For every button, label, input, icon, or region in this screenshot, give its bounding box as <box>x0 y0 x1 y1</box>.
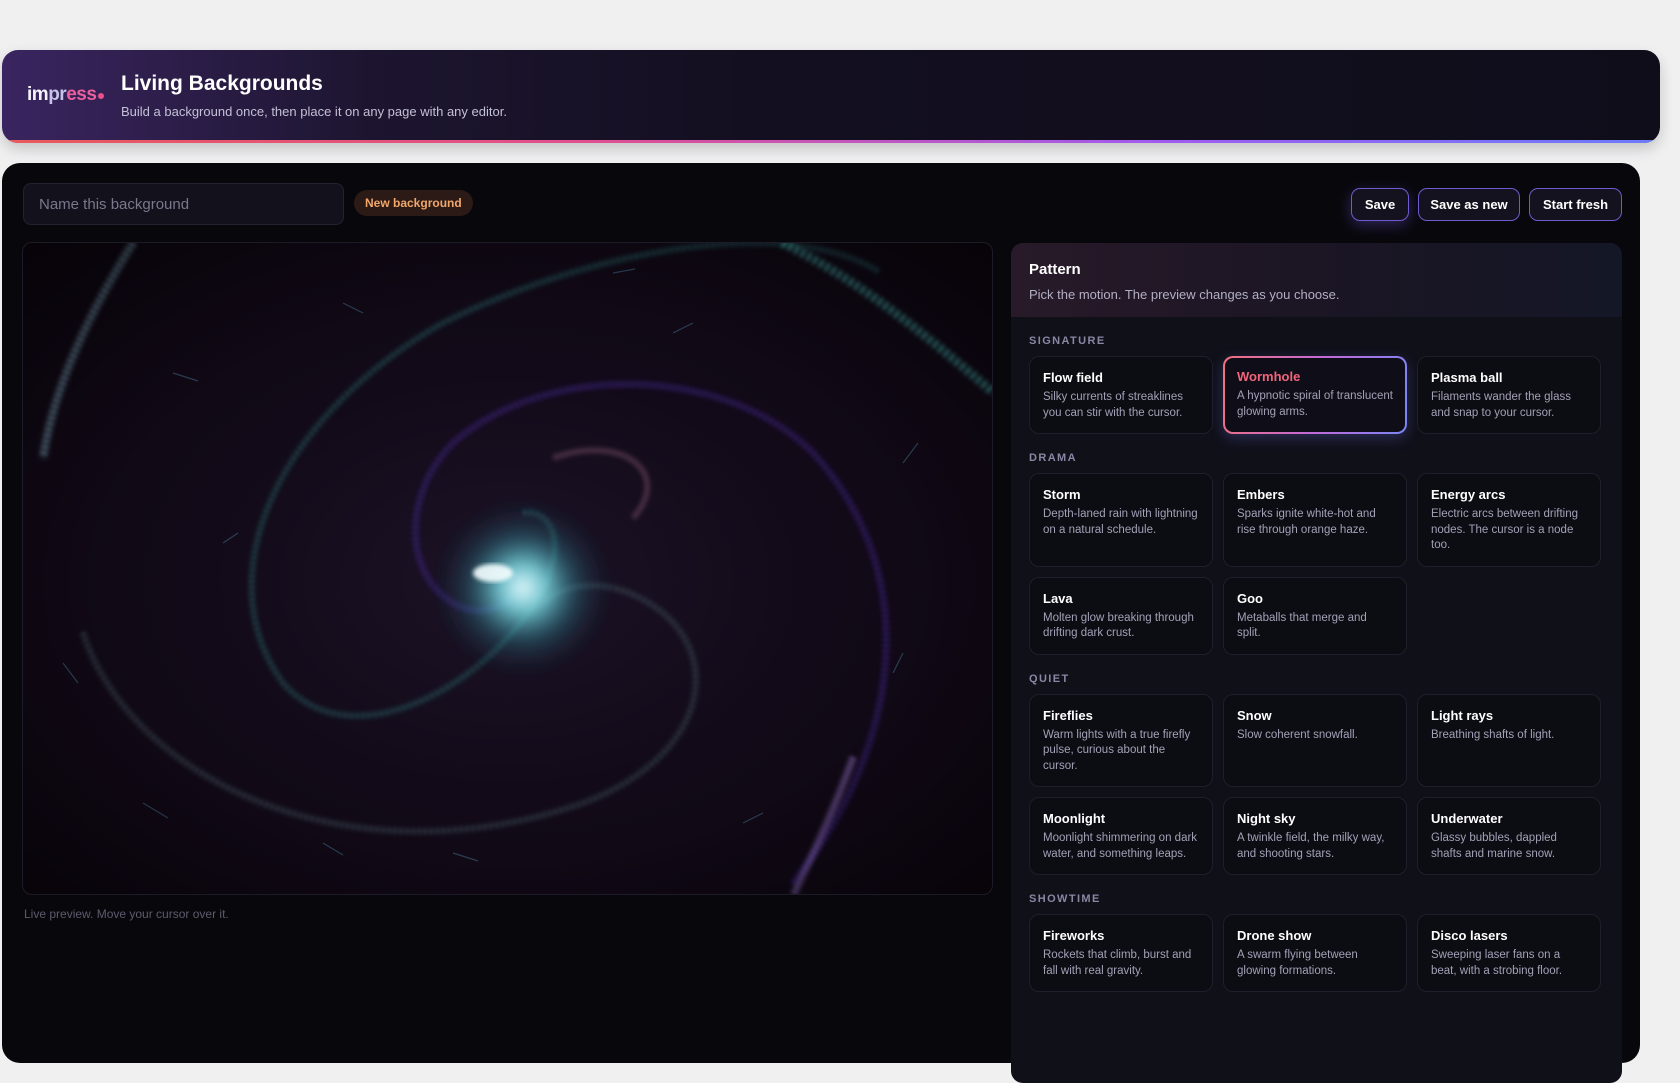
pattern-card-name: Light rays <box>1431 707 1494 723</box>
page-subtitle: Build a background once, then place it o… <box>121 104 507 119</box>
pattern-card-name: Disco lasers <box>1431 928 1508 943</box>
pattern-card-night-sky[interactable]: Night sky A twinkle field, the milky way,… <box>1223 797 1407 875</box>
pattern-card-description: Sweeping laser fans on a beat, with a st… <box>1431 949 1563 977</box>
pattern-groups: SIGNATURE Flow field Silky currents of str… <box>1011 335 1622 992</box>
pattern-card-name: Goo <box>1237 590 1263 606</box>
pattern-panel-header: Pattern Pick the motion. The preview cha… <box>1011 243 1622 317</box>
pattern-card-name: Embers <box>1237 487 1285 502</box>
pattern-card-description: Moonlight shimmering on dark water, and … <box>1043 832 1198 860</box>
pattern-card-name: Moonlight <box>1043 811 1106 826</box>
pattern-card-name: Night sky <box>1237 811 1296 826</box>
pattern-card-energy-arcs[interactable]: Energy arcs Electric arcs between driftin… <box>1417 473 1601 567</box>
pattern-card-goo[interactable]: Goo Metaballs that merge and split. <box>1223 576 1407 655</box>
pattern-card-name: Fireflies <box>1043 707 1093 723</box>
pattern-card-name: Energy arcs <box>1431 487 1506 502</box>
pattern-card-description: Warm lights with a true firefly pulse, c… <box>1043 728 1191 772</box>
pattern-card-description: Depth-laned rain with lightning on a nat… <box>1043 508 1198 536</box>
pattern-card-description: Molten glow breaking through drifting da… <box>1043 611 1194 640</box>
pattern-card-name: Storm <box>1043 487 1081 502</box>
group-label-quiet: QUIET <box>1029 672 1070 685</box>
header-gradient-rule <box>2 140 1660 143</box>
start-fresh-button[interactable]: Start fresh <box>1529 188 1622 221</box>
pattern-card-description: Glassy bubbles, dappled shafts and marin… <box>1431 832 1557 860</box>
pattern-card-description: A hypnotic spiral of translucent glowing… <box>1237 390 1393 418</box>
pattern-card-description: Breathing shafts of light. <box>1431 728 1555 741</box>
pattern-card-name: Fireworks <box>1043 928 1105 943</box>
save-as-new-button[interactable]: Save as new <box>1418 188 1520 221</box>
pattern-card-description: Metaballs that merge and split. <box>1237 611 1367 640</box>
logo-text-ess: ess <box>66 84 97 105</box>
wormhole-visual <box>23 243 992 894</box>
pattern-grid-drama: Storm Depth-laned rain with lightning on … <box>1029 473 1604 655</box>
pattern-card-disco-lasers[interactable]: Disco lasers Sweeping laser fans on a bea… <box>1417 914 1601 992</box>
pattern-subtitle: Pick the motion. The preview changes as … <box>1029 287 1340 302</box>
pattern-card-snow[interactable]: Snow Slow coherent snowfall. <box>1223 693 1407 787</box>
page-title: Living Backgrounds <box>121 72 323 95</box>
live-preview-canvas[interactable] <box>22 242 993 895</box>
pattern-card-fireworks[interactable]: Fireworks Rockets that climb, burst and f… <box>1029 914 1213 992</box>
pattern-card-description: Filaments wander the glass and snap to y… <box>1431 391 1571 419</box>
pattern-title: Pattern <box>1029 261 1081 278</box>
group-label-signature: SIGNATURE <box>1029 335 1106 347</box>
status-badge: New background <box>354 190 473 216</box>
pattern-card-name: Snow <box>1237 707 1272 723</box>
preview-caption: Live preview. Move your cursor over it. <box>24 907 229 921</box>
pattern-card-wormhole[interactable]: Wormhole A hypnotic spiral of translucent… <box>1223 356 1407 434</box>
pattern-card-underwater[interactable]: Underwater Glassy bubbles, dappled shafts… <box>1417 797 1601 875</box>
background-name-input[interactable] <box>23 183 344 225</box>
pattern-panel: Pattern Pick the motion. The preview cha… <box>1011 243 1622 1083</box>
pattern-card-description: Rockets that climb, burst and fall with … <box>1043 949 1192 977</box>
pattern-card-moonlight[interactable]: Moonlight Moonlight shimmering on dark wa… <box>1029 797 1213 875</box>
pattern-card-embers[interactable]: Embers Sparks ignite white-hot and rise t… <box>1223 473 1407 567</box>
group-label-drama: DRAMA <box>1029 452 1077 464</box>
pattern-card-description: Slow coherent snowfall. <box>1237 728 1358 741</box>
pattern-card-description: A swarm flying between glowing formation… <box>1237 949 1358 977</box>
logo-text-pr: pr <box>48 84 67 105</box>
app-header: impress Living Backgrounds Build a backg… <box>2 50 1660 143</box>
pattern-card-description: A twinkle field, the milky way, and shoo… <box>1237 832 1385 860</box>
pattern-grid-signature: Flow field Silky currents of streaklines … <box>1029 356 1604 434</box>
pattern-card-drone-show[interactable]: Drone show A swarm flying between glowing… <box>1223 914 1407 992</box>
impress-logo[interactable]: impress <box>27 84 105 106</box>
preview-vignette <box>23 243 992 894</box>
save-button[interactable]: Save <box>1351 188 1409 221</box>
pattern-card-flow-field[interactable]: Flow field Silky currents of streaklines … <box>1029 356 1213 434</box>
logo-text-im: im <box>27 84 49 105</box>
pattern-card-lava[interactable]: Lava Molten glow breaking through driftin… <box>1029 576 1213 655</box>
pattern-card-light-rays[interactable]: Light rays Breathing shafts of light. <box>1417 693 1601 787</box>
pattern-card-plasma-ball[interactable]: Plasma ball Filaments wander the glass an… <box>1417 356 1601 434</box>
pattern-grid-showtime: Fireworks Rockets that climb, burst and f… <box>1029 914 1604 992</box>
pattern-card-name: Lava <box>1043 590 1073 606</box>
pattern-grid-quiet: Fireflies Warm lights with a true firefly… <box>1029 693 1604 875</box>
pattern-card-name: Flow field <box>1043 370 1103 385</box>
pattern-card-description: Electric arcs between drifting nodes. Th… <box>1431 508 1579 551</box>
pattern-card-name: Wormhole <box>1237 369 1301 384</box>
group-label-showtime: SHOWTIME <box>1029 893 1101 905</box>
pattern-card-name: Plasma ball <box>1431 370 1503 385</box>
editor-panel: New background Save Save as new Start fr… <box>2 163 1640 1083</box>
pattern-card-name: Drone show <box>1237 928 1312 943</box>
pattern-card-description: Silky currents of streaklines you can st… <box>1043 391 1183 419</box>
pattern-card-storm[interactable]: Storm Depth-laned rain with lightning on … <box>1029 473 1213 567</box>
pattern-card-name: Underwater <box>1431 811 1503 826</box>
pattern-card-description: Sparks ignite white-hot and rise through… <box>1237 508 1376 536</box>
logo-dot-icon <box>98 93 105 99</box>
pattern-card-fireflies[interactable]: Fireflies Warm lights with a true firefly… <box>1029 693 1213 787</box>
